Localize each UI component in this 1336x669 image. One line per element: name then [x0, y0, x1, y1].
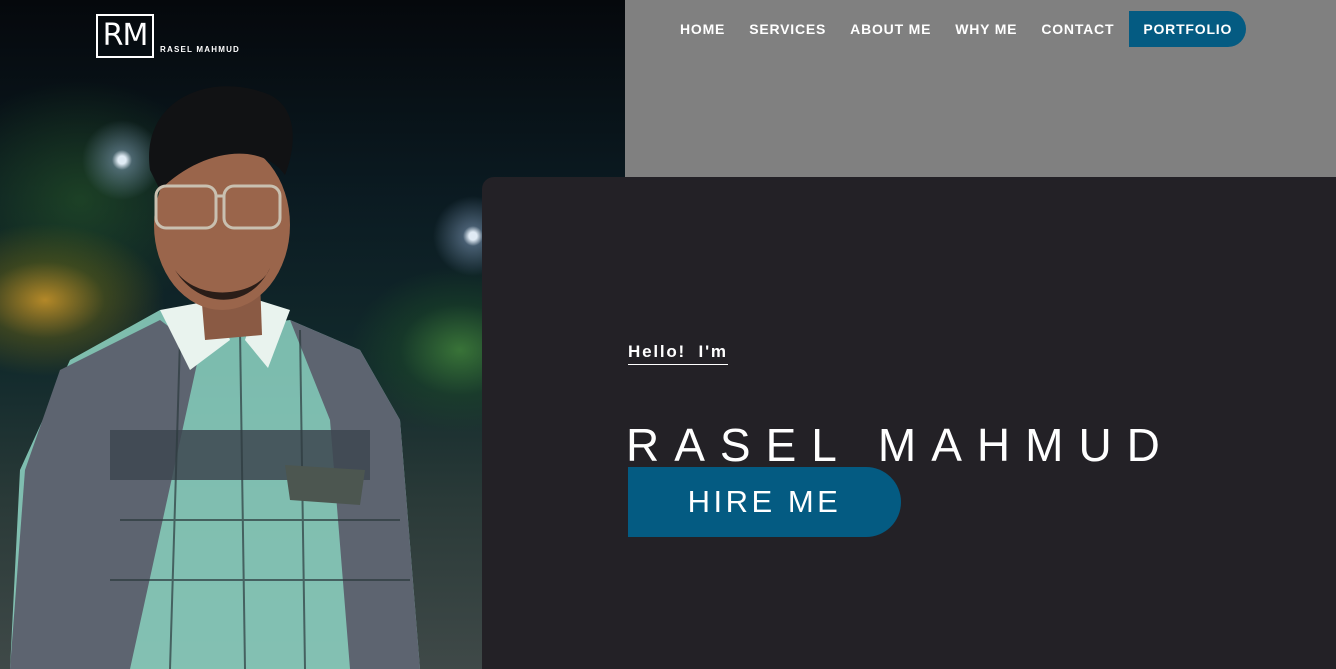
main-nav: HOME SERVICES ABOUT ME WHY ME CONTACT PO…: [668, 11, 1247, 47]
hero-greeting: Hello! I'm: [628, 342, 728, 365]
hire-me-button[interactable]: HIRE ME: [628, 467, 901, 537]
hero-card: Hello! I'm RASEL MAHMUD HIRE ME: [482, 177, 1336, 669]
logo-name: RASEL MAHMUD: [160, 45, 241, 54]
hero-name: RASEL MAHMUD: [626, 418, 1175, 471]
nav-home[interactable]: HOME: [668, 11, 737, 47]
nav-portfolio[interactable]: PORTFOLIO: [1129, 11, 1247, 47]
nav-services[interactable]: SERVICES: [737, 11, 838, 47]
logo-monogram: RM: [96, 14, 154, 58]
nav-contact[interactable]: CONTACT: [1029, 11, 1126, 47]
nav-about-me[interactable]: ABOUT ME: [838, 11, 943, 47]
brand-logo[interactable]: RM RASEL MAHMUD: [96, 14, 240, 58]
nav-why-me[interactable]: WHY ME: [943, 11, 1029, 47]
